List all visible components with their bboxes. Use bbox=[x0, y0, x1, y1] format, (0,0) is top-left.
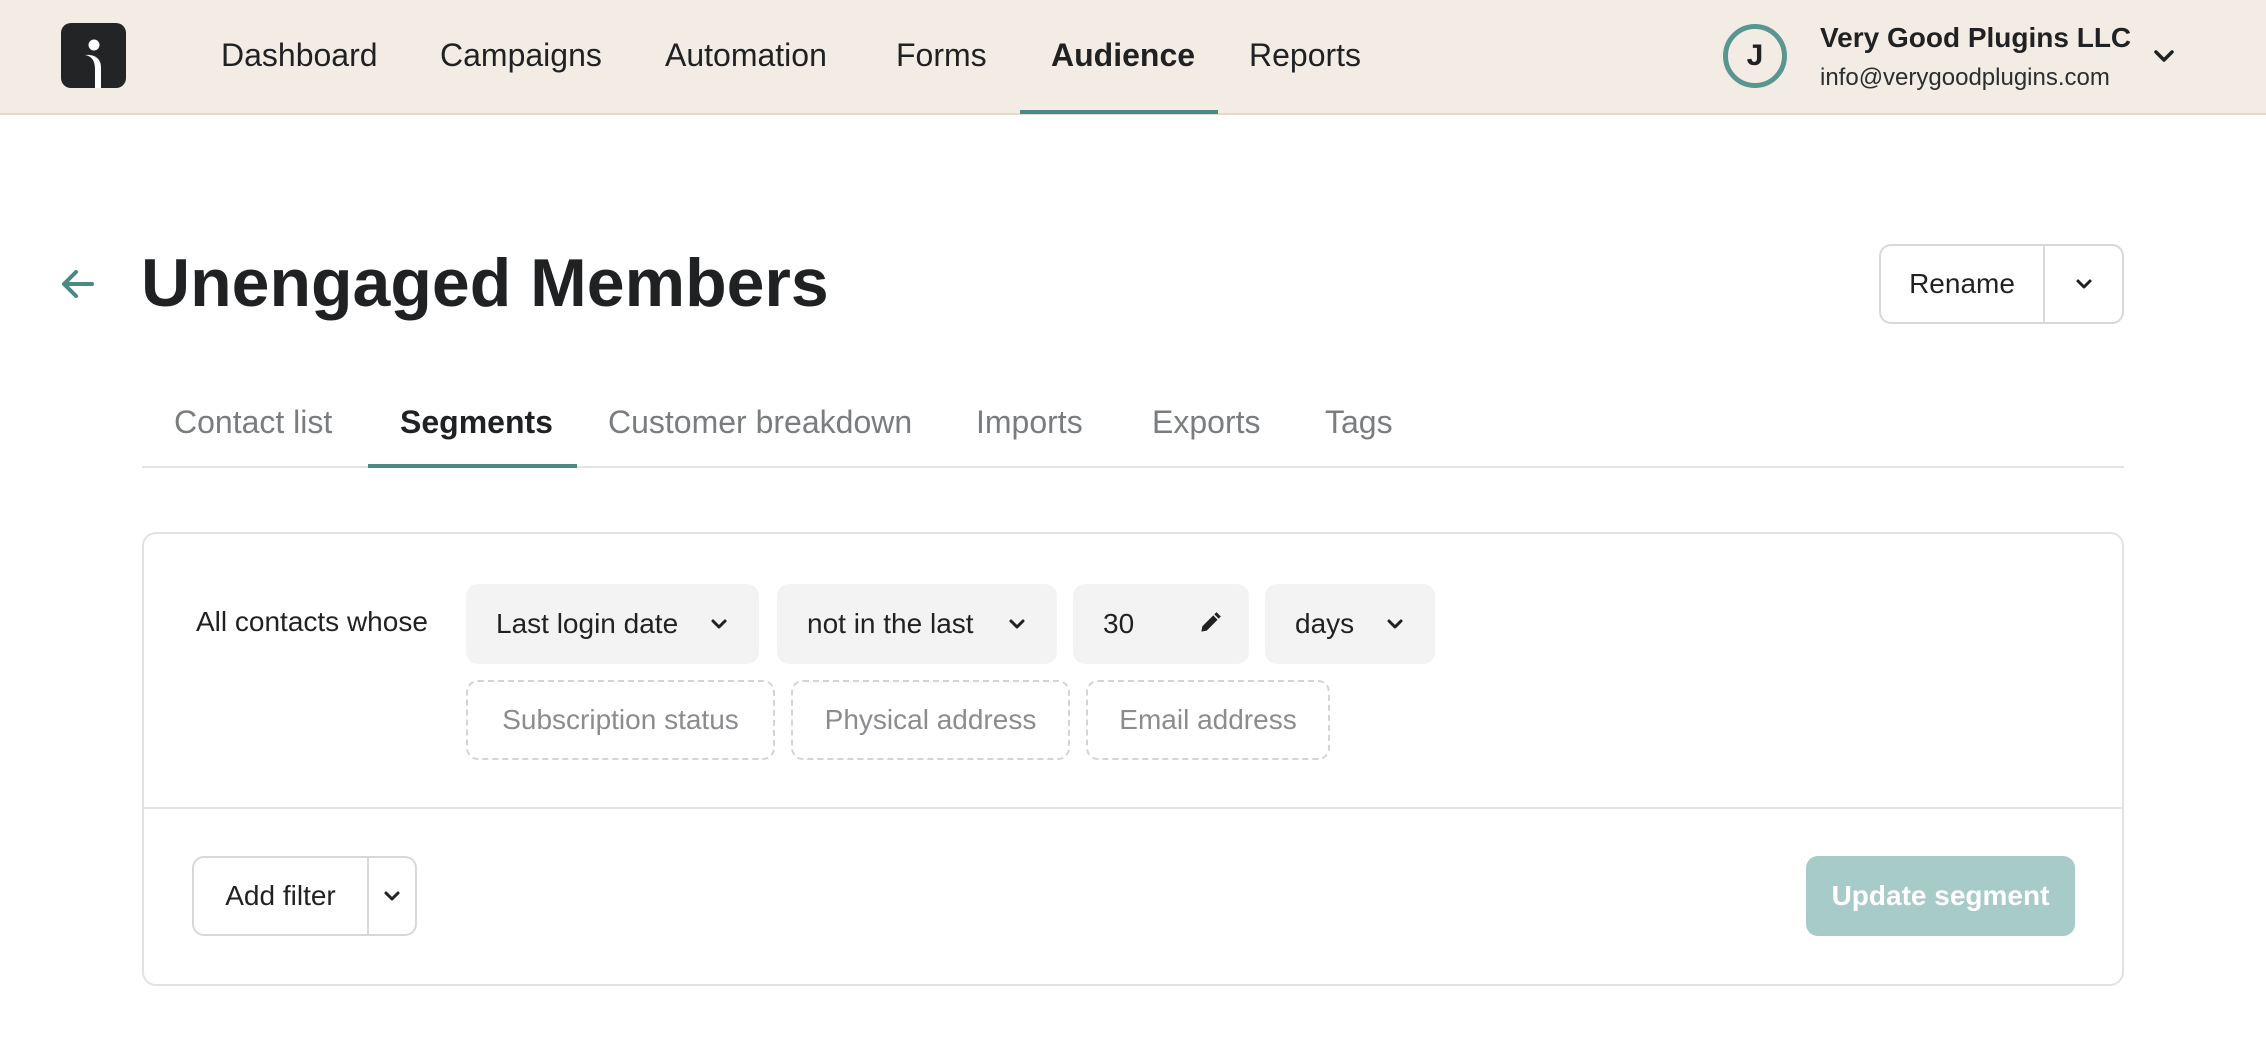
update-segment-button[interactable]: Update segment bbox=[1806, 856, 2075, 936]
rename-button[interactable]: Rename bbox=[1881, 246, 2045, 322]
chevron-down-icon bbox=[384, 891, 400, 901]
account-email: info@verygoodplugins.com bbox=[1820, 64, 2110, 91]
rule-prefix-label: All contacts whose bbox=[196, 606, 428, 637]
unit-select-value: days bbox=[1295, 608, 1355, 639]
nav-item-forms[interactable]: Forms bbox=[896, 0, 987, 113]
segment-builder-card: All contacts whose Last login date not i… bbox=[142, 532, 2124, 986]
account-name: Very Good Plugins LLC bbox=[1820, 22, 2132, 53]
chevron-down-icon bbox=[2076, 279, 2091, 289]
tab-imports[interactable]: Imports bbox=[976, 404, 1083, 464]
add-filter-button[interactable]: Add filter bbox=[194, 858, 369, 934]
add-filter-button-group: Add filter bbox=[192, 856, 417, 936]
field-select-value: Last login date bbox=[496, 608, 679, 639]
avatar[interactable]: J bbox=[1723, 24, 1787, 88]
add-filter-options-button[interactable] bbox=[369, 858, 415, 934]
chevron-down-icon bbox=[1387, 619, 1403, 629]
tab-exports[interactable]: Exports bbox=[1152, 404, 1260, 464]
operator-select[interactable]: not in the last bbox=[777, 584, 1057, 664]
nav-item-automation[interactable]: Automation bbox=[665, 0, 827, 113]
value-input[interactable]: 30 bbox=[1073, 584, 1249, 664]
value-input-value: 30 bbox=[1103, 608, 1135, 639]
card-divider bbox=[144, 807, 2122, 809]
arrow-left-icon[interactable] bbox=[56, 262, 100, 306]
nav-item-campaigns[interactable]: Campaigns bbox=[440, 0, 602, 113]
field-select[interactable]: Last login date bbox=[466, 584, 759, 664]
tab-contact-list[interactable]: Contact list bbox=[174, 404, 332, 464]
tab-customer-breakdown[interactable]: Customer breakdown bbox=[608, 404, 912, 464]
unit-select[interactable]: days bbox=[1265, 584, 1435, 664]
rename-button-group: Rename bbox=[1879, 244, 2124, 324]
suggestion-physical-address[interactable]: Physical address bbox=[791, 680, 1070, 760]
active-nav-indicator bbox=[1020, 110, 1218, 114]
suggestion-subscription-status[interactable]: Subscription status bbox=[466, 680, 775, 760]
brand-logo-icon[interactable] bbox=[61, 23, 126, 88]
top-navigation-bar: Dashboard Campaigns Automation Forms Aud… bbox=[0, 0, 2266, 115]
chevron-down-icon bbox=[1009, 619, 1025, 629]
tab-tags[interactable]: Tags bbox=[1325, 404, 1393, 464]
chevron-down-icon[interactable] bbox=[2150, 42, 2178, 70]
suggestion-email-address[interactable]: Email address bbox=[1086, 680, 1330, 760]
nav-item-dashboard[interactable]: Dashboard bbox=[221, 0, 378, 113]
rename-options-button[interactable] bbox=[2045, 246, 2122, 322]
operator-select-value: not in the last bbox=[807, 608, 974, 639]
pencil-icon[interactable] bbox=[1197, 610, 1223, 636]
tab-segments[interactable]: Segments bbox=[400, 404, 553, 464]
active-tab-indicator bbox=[368, 464, 577, 468]
page-title: Unengaged Members bbox=[141, 245, 829, 321]
chevron-down-icon bbox=[711, 619, 727, 629]
nav-item-audience[interactable]: Audience bbox=[1051, 0, 1195, 113]
nav-item-reports[interactable]: Reports bbox=[1249, 0, 1361, 113]
